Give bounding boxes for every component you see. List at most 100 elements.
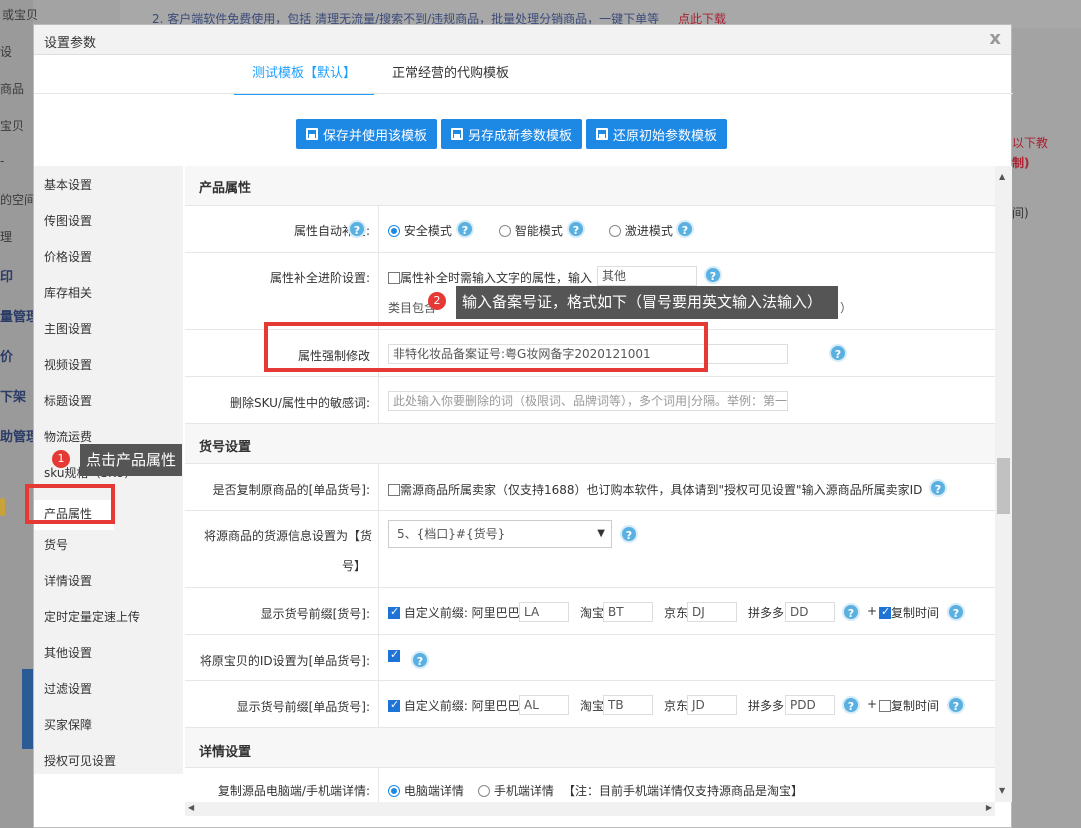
other-attr-input[interactable]: 其他 [597,266,697,286]
scroll-left-icon[interactable]: ◀ [188,803,194,812]
scroll-right-icon[interactable]: ▶ [986,803,992,812]
restore-default-button[interactable]: 还原初始参数模板 [586,119,728,149]
prefix2-checkbox[interactable]: 自定义前缀: 阿里巴巴 [388,697,520,714]
menu-item-price[interactable]: 价格设置 [44,248,92,265]
row-orig-id: 将原宝贝的ID设置为[单品货号]: ? [185,635,995,681]
radio-mobile-detail[interactable]: 手机端详情 [478,782,554,799]
prefix2-taobao-input[interactable]: TB [603,695,653,715]
menu-item-title[interactable]: 标题设置 [44,392,92,409]
save-icon [306,128,318,140]
sensitive-words-input[interactable]: 此处输入你要删除的词（极限词、品牌词等），多个词用|分隔。举例：第一|最 [388,391,788,411]
radio-smart-mode[interactable]: 智能模式 [499,222,563,239]
copy-item-no-checkbox[interactable]: 需源商品所属卖家（仅支持1688）也订购本软件，具体请到"授权可见设置"输入源商… [388,481,922,498]
tooltip-step1: 点击产品属性 [80,444,183,476]
help-icon[interactable]: ? [829,344,847,362]
prefix2-ali-input[interactable]: AL [519,695,569,715]
checkbox-icon [879,605,891,619]
save-as-new-button[interactable]: 另存成新参数模板 [441,119,583,149]
menu-item-buyer-protection[interactable]: 买家保障 [44,716,92,733]
menu-item-image[interactable]: 传图设置 [44,212,92,229]
row-detail-copy: 复制源品电脑端/手机端详情: 电脑端详情 手机端详情 【注：目前手机端详情仅支持… [185,768,995,802]
taobao-label: 淘宝 [580,606,605,620]
section-header [185,424,995,464]
help-icon[interactable]: ? [411,651,429,669]
help-icon[interactable]: ? [842,696,860,714]
menu-item-stock[interactable]: 库存相关 [44,284,92,301]
help-icon[interactable]: ? [620,525,638,543]
prefix-pdd-input[interactable]: DD [785,602,835,622]
row-sensitive-words: 删除SKU/属性中的敏感词: 此处输入你要删除的词（极限词、品牌词等），多个词用… [185,377,995,424]
radio-label: 手机端详情 [493,784,554,798]
menu-item-item-no[interactable]: 货号 [44,536,68,553]
taobao-label: 淘宝 [580,699,605,713]
radio-aggressive-mode[interactable]: 激进模式 [609,222,673,239]
menu-item-video[interactable]: 视频设置 [44,356,92,373]
settings-content: 产品属性 属性自动补全: ? 安全模式 ? 智能模式 ? 激进模式 ? 属性补全… [185,166,995,802]
menu-item-schedule[interactable]: 定时定量定速上传 [44,608,140,625]
source-info-select[interactable]: 5、{档口}#{货号} ▼ [388,520,612,548]
bg-menu-item: 宝贝 [0,119,25,133]
help-icon[interactable]: ? [947,696,965,714]
help-icon[interactable]: ? [567,220,585,238]
menu-item-main-image[interactable]: 主图设置 [44,320,92,337]
menu-item-authorization[interactable]: 授权可见设置 [44,752,116,769]
menu-item-detail[interactable]: 详情设置 [44,572,92,589]
scroll-up-icon[interactable]: ▲ [999,172,1005,181]
section-header [185,728,995,768]
menu-item-other[interactable]: 其他设置 [44,644,92,661]
tab-normal-template[interactable]: 正常经营的代购模板 [374,61,527,95]
bg-menu-item: 的空间 [0,193,37,207]
copy-time-checkbox[interactable]: 复制时间 [879,697,939,714]
vertical-scrollbar[interactable]: ▲ ▼ [995,166,1012,802]
prefix-jd-input[interactable]: DJ [687,602,737,622]
radio-icon [609,225,621,237]
bg-right-text: 间) [1012,206,1029,220]
save-and-use-button[interactable]: 保存并使用该模板 [296,119,438,149]
help-icon[interactable]: ? [456,220,474,238]
checkbox-icon [388,698,400,712]
copy-time-checkbox[interactable]: 复制时间 [879,604,939,621]
menu-item-shipping[interactable]: 物流运费 [44,428,92,445]
radio-pc-detail[interactable]: 电脑端详情 [388,782,464,799]
radio-safe-mode[interactable]: 安全模式 [388,222,452,239]
prefix-ali-input[interactable]: LA [519,602,569,622]
advanced-label: 属性补全进阶设置: [269,271,370,285]
prefix2-pdd-input[interactable]: PDD [785,695,835,715]
row-label: 将源商品的货源信息设置为【货 号】 [185,511,379,587]
jd-label: 京东 [664,699,689,713]
checkbox-icon [879,700,891,712]
scrollbar-thumb[interactable] [997,458,1010,514]
advanced-checkbox[interactable]: 属性补全时需输入文字的属性，输入 [388,269,592,286]
help-icon[interactable]: ? [348,220,366,238]
checkbox-icon [388,648,400,662]
prefix-checkbox[interactable]: 自定义前缀: 阿里巴巴 [388,604,520,621]
source-label: 号】 [341,559,366,573]
bg-menu-item: 设 [0,45,13,59]
help-icon[interactable]: ? [929,479,947,497]
help-icon[interactable]: ? [947,603,965,621]
tab-test-template[interactable]: 测试模板【默认】 [234,61,375,95]
row-label: 将原宝贝的ID设置为[单品货号]: [185,635,379,680]
row-label: 属性补全进阶设置: [185,253,379,329]
checkbox-icon [388,484,400,496]
dialog-title: 设置参数 [44,36,97,51]
radio-label: 智能模式 [514,224,563,238]
help-icon[interactable]: ? [842,603,860,621]
menu-item-basic[interactable]: 基本设置 [44,176,92,193]
orig-id-checkbox[interactable] [388,648,400,663]
row-label: 显示货号前缀[货号]: [185,588,379,634]
template-tabs: 测试模板【默认】 正常经营的代购模板 [234,61,527,95]
help-icon[interactable]: ? [704,266,722,284]
prefix2-jd-input[interactable]: JD [687,695,737,715]
close-icon[interactable]: x [989,28,1001,49]
radio-icon [499,225,511,237]
row-label: 显示货号前缀[单品货号]: [185,681,379,727]
tooltip-step2: 输入备案号证，格式如下（冒号要用英文输入法输入） [456,286,839,319]
help-icon[interactable]: ? [676,220,694,238]
prefix-taobao-input[interactable]: BT [603,602,653,622]
menu-item-filter[interactable]: 过滤设置 [44,680,92,697]
horizontal-scrollbar[interactable]: ◀ ▶ [185,802,995,816]
scroll-down-icon[interactable]: ▼ [999,786,1005,795]
button-label: 另存成新参数模板 [468,128,573,144]
advanced-line2-end: ） [840,301,853,315]
